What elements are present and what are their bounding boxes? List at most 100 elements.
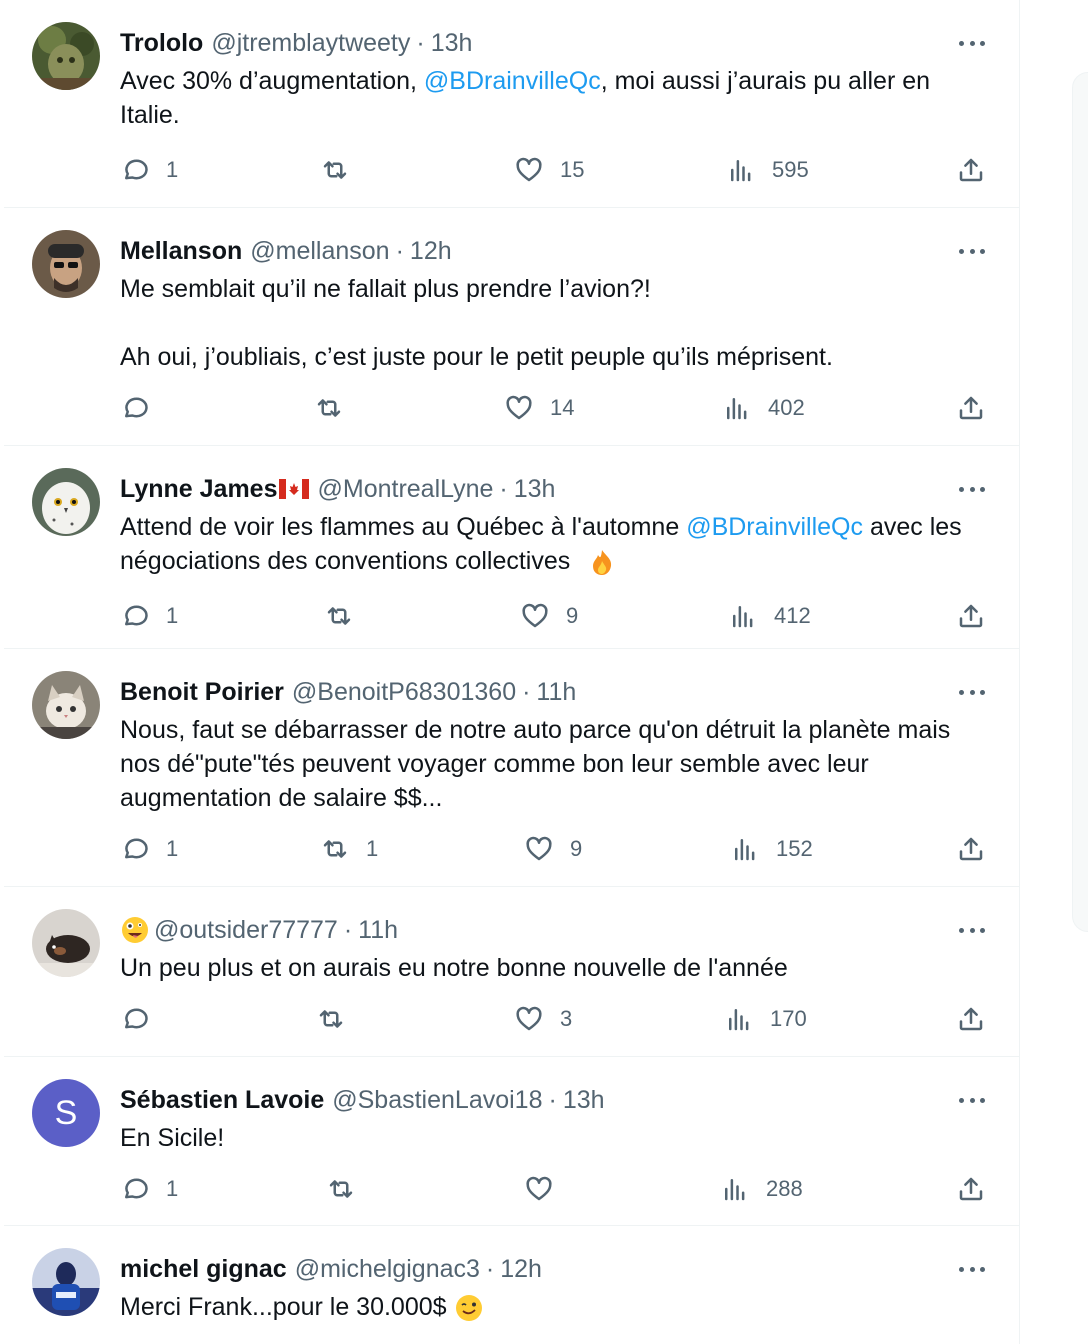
retweet-button[interactable] <box>320 150 366 190</box>
author-handle[interactable]: @jtremblaytweety <box>211 29 410 58</box>
reply-icon <box>125 159 148 180</box>
separator-dot: · <box>343 915 353 944</box>
like-button[interactable]: 15 <box>514 150 584 190</box>
reply-button[interactable]: 1 <box>120 1169 178 1209</box>
timestamp[interactable]: 12h <box>410 237 452 266</box>
retweet-button[interactable] <box>326 1169 372 1209</box>
author-name[interactable]: Trololo <box>120 29 203 58</box>
retweet-button[interactable] <box>316 999 362 1039</box>
author-name[interactable]: Mellanson <box>120 237 242 266</box>
timestamp[interactable]: 12h <box>500 1255 542 1284</box>
heart-icon <box>516 1006 542 1031</box>
reply-button[interactable] <box>120 388 166 428</box>
retweet-count: 1 <box>366 836 379 861</box>
author-name[interactable]: michel gignac <box>120 1255 287 1284</box>
reply-button[interactable]: 1 <box>120 150 178 190</box>
retweet-button[interactable] <box>314 388 360 428</box>
tweet[interactable]: Benoit Poirier @BenoitP68301360 · 11h No… <box>4 649 1019 887</box>
more-options-icon[interactable] <box>955 1256 989 1282</box>
tweet[interactable]: @outsider77777 · 11h Un peu plus et on a… <box>4 887 1019 1057</box>
heart-icon <box>516 157 542 182</box>
share-button[interactable] <box>956 388 986 428</box>
like-button[interactable]: 3 <box>514 999 572 1039</box>
like-button[interactable]: 9 <box>524 829 582 869</box>
author-handle[interactable]: @mellanson <box>250 237 389 266</box>
author-handle[interactable]: @BenoitP68301360 <box>292 678 516 707</box>
reply-icon <box>125 1178 148 1199</box>
like-button[interactable]: 9 <box>520 596 578 636</box>
tweet[interactable]: Lynne James @MontrealLyne · 13h Attend d… <box>4 446 1019 649</box>
more-options-icon[interactable] <box>955 476 989 502</box>
tweet-text: Un peu plus et on aurais eu notre bonne … <box>120 954 788 982</box>
views-button[interactable]: 170 <box>724 999 807 1039</box>
author-name[interactable]: Lynne James <box>120 475 277 504</box>
more-options-icon[interactable] <box>955 30 989 56</box>
share-icon <box>959 604 983 628</box>
author-handle[interactable]: @MontrealLyne <box>317 475 493 504</box>
avatar[interactable] <box>32 671 100 739</box>
author-name[interactable]: Sébastien Lavoie <box>120 1086 324 1115</box>
like-button[interactable] <box>524 1169 570 1209</box>
views-button[interactable]: 595 <box>726 150 809 190</box>
views-button[interactable]: 412 <box>728 596 811 636</box>
avatar[interactable] <box>32 468 100 536</box>
heart-icon <box>506 395 532 420</box>
like-button[interactable]: 14 <box>504 388 574 428</box>
analytics-icon <box>733 606 753 628</box>
analytics-icon <box>729 1009 749 1031</box>
timestamp[interactable]: 11h <box>358 916 398 945</box>
views-button[interactable]: 402 <box>722 388 805 428</box>
reply-button[interactable]: 1 <box>120 596 178 636</box>
share-button[interactable] <box>956 829 986 869</box>
tweet[interactable]: michel gignac @michelgignac3 · 12h Merci… <box>4 1226 1019 1344</box>
share-button[interactable] <box>956 150 986 190</box>
author-handle[interactable]: @michelgignac3 <box>295 1255 480 1284</box>
share-icon <box>959 1007 983 1031</box>
reply-count: 1 <box>166 157 179 182</box>
avatar[interactable] <box>32 230 100 298</box>
sidebar-panel-edge <box>1072 72 1088 932</box>
avatar[interactable] <box>32 22 100 90</box>
tweet[interactable]: S Sébastien Lavoie @SbastienLavoi18 · 13… <box>4 1057 1019 1226</box>
share-button[interactable] <box>956 1169 986 1209</box>
tweet-actions: 1 15 595 <box>120 150 989 190</box>
author-name[interactable]: Benoit Poirier <box>120 678 284 707</box>
reply-button[interactable] <box>120 999 166 1039</box>
timestamp[interactable]: 11h <box>536 678 576 707</box>
timestamp[interactable]: 13h <box>431 29 473 58</box>
reply-count: 1 <box>166 836 179 861</box>
avatar[interactable]: S <box>32 1079 100 1147</box>
mention-link[interactable]: @BDrainvilleQc <box>424 67 601 95</box>
mention-link[interactable]: @BDrainvilleQc <box>686 513 863 541</box>
retweet-button[interactable]: 1 <box>320 829 378 869</box>
blue-figure-avatar-icon <box>32 1248 100 1316</box>
retweet-icon <box>323 161 347 179</box>
tweet[interactable]: Trololo @jtremblaytweety · 13h Avec 30% … <box>4 0 1019 208</box>
author-handle[interactable]: @outsider77777 <box>154 916 338 945</box>
separator-dot: · <box>395 236 404 265</box>
share-icon <box>959 396 983 420</box>
views-button[interactable]: 152 <box>730 829 813 869</box>
view-count: 288 <box>766 1176 803 1201</box>
share-icon <box>959 837 983 861</box>
share-button[interactable] <box>956 596 986 636</box>
avatar[interactable] <box>32 909 100 977</box>
author-handle[interactable]: @SbastienLavoi18 <box>332 1086 542 1115</box>
reply-button[interactable]: 1 <box>120 829 178 869</box>
tweet-actions: 1 1 9 152 <box>120 829 989 869</box>
views-button[interactable]: 288 <box>720 1169 803 1209</box>
retweet-button[interactable] <box>324 596 370 636</box>
timestamp[interactable]: 13h <box>563 1086 605 1115</box>
timestamp[interactable]: 13h <box>514 475 556 504</box>
avatar[interactable] <box>32 1248 100 1316</box>
retweet-icon <box>317 399 341 417</box>
share-button[interactable] <box>956 999 986 1039</box>
more-options-icon[interactable] <box>955 238 989 264</box>
reply-icon <box>125 1008 148 1029</box>
more-options-icon[interactable] <box>955 679 989 705</box>
more-options-icon[interactable] <box>955 1087 989 1113</box>
view-count: 412 <box>774 603 811 628</box>
more-options-icon[interactable] <box>955 917 989 943</box>
tweet[interactable]: Mellanson @mellanson · 12h Me semblait q… <box>4 208 1019 446</box>
